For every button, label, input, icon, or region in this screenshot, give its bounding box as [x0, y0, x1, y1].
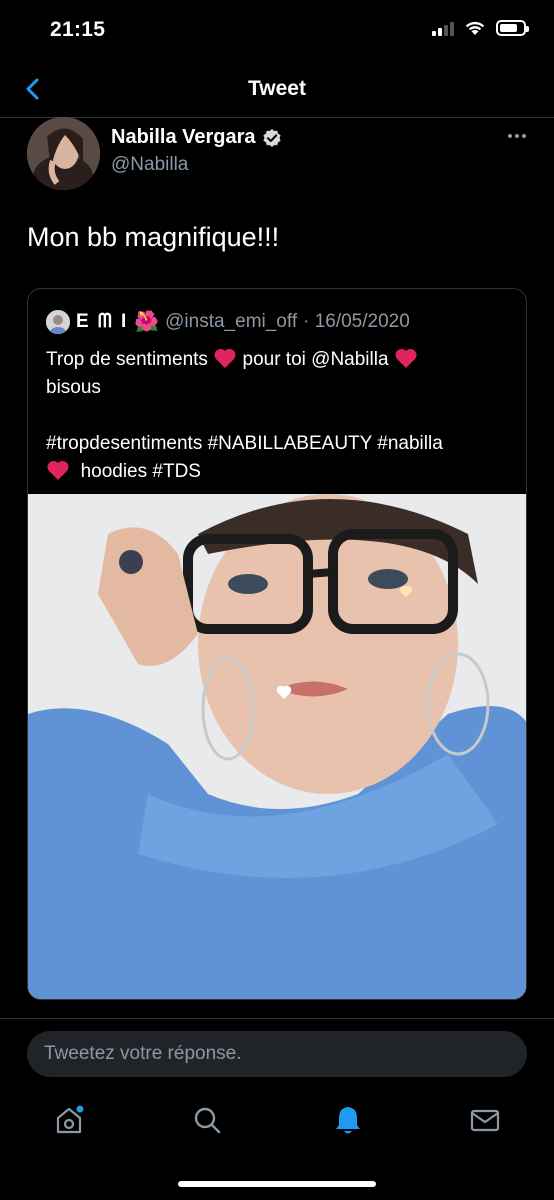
quoted-author-handle: @insta_emi_off	[165, 310, 298, 332]
status-icons	[432, 20, 529, 36]
quote-line-1b: pour toi @Nabilla	[242, 349, 389, 370]
quoted-tweet[interactable]: E ᗰ I 🌺 @insta_emi_off · 16/05/2020 Trop…	[27, 288, 527, 1000]
battery-icon	[496, 20, 529, 36]
reply-input[interactable]	[27, 1031, 527, 1077]
verified-badge-icon	[262, 128, 281, 147]
divider	[0, 1018, 554, 1019]
quoted-tweet-text: Trop de sentiments pour toi @Nabilla bis…	[46, 346, 516, 486]
heart-icon	[395, 348, 417, 368]
quote-line-1a: Trop de sentiments	[46, 349, 208, 370]
author-handle[interactable]: @Nabilla	[111, 154, 188, 176]
heart-icon	[214, 348, 236, 368]
tweet-text: Mon bb magnifique!!!	[27, 222, 280, 252]
more-options-icon[interactable]	[508, 134, 526, 138]
quoted-author-name: E ᗰ I	[76, 310, 129, 332]
quoted-tweet-photo[interactable]	[28, 494, 526, 999]
wifi-icon	[465, 21, 485, 35]
quoted-tweet-header: E ᗰ I 🌺 @insta_emi_off · 16/05/2020	[46, 309, 410, 334]
heart-icon	[47, 460, 69, 480]
cellular-signal-icon	[432, 20, 454, 36]
author-name[interactable]: Nabilla Vergara	[111, 126, 256, 149]
page-title: Tweet	[248, 77, 306, 100]
search-icon[interactable]	[190, 1103, 224, 1137]
tab-bar	[0, 1090, 554, 1160]
author-name-row: Nabilla Vergara	[111, 126, 282, 149]
quote-line-4: hoodies #TDS	[80, 461, 201, 482]
quote-line-2: bisous	[46, 377, 101, 398]
status-time: 21:15	[50, 18, 106, 41]
home-icon[interactable]	[52, 1103, 86, 1137]
status-bar: 21:15	[0, 0, 554, 60]
messages-icon[interactable]	[468, 1103, 502, 1137]
home-indicator	[178, 1181, 376, 1187]
quoted-author-avatar	[46, 309, 70, 334]
nav-bar: Tweet	[0, 60, 554, 118]
quoted-tweet-date: · 16/05/2020	[303, 310, 410, 332]
quote-line-3: #tropdesentiments #NABILLABEAUTY #nabill…	[46, 433, 443, 454]
battery-level	[500, 24, 517, 32]
notifications-icon[interactable]	[331, 1103, 365, 1137]
hibiscus-icon: 🌺	[134, 311, 160, 333]
author-avatar[interactable]	[27, 117, 100, 190]
